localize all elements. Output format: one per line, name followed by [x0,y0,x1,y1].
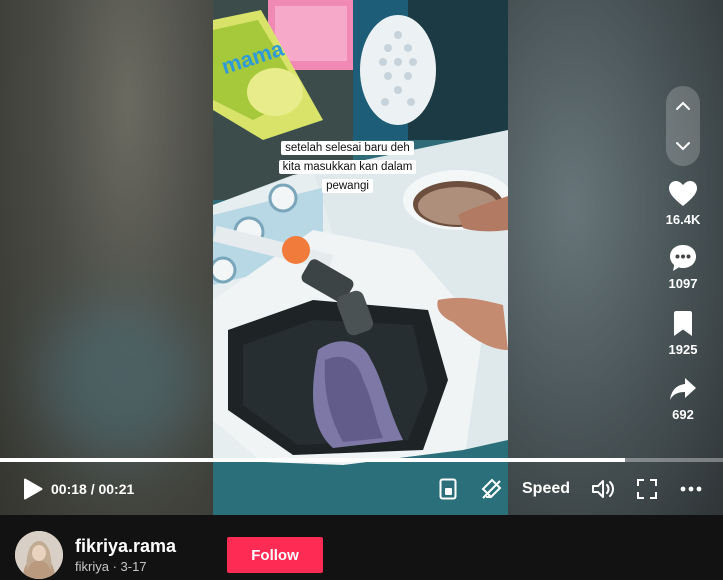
previous-video-button[interactable] [666,86,700,126]
more-options-button[interactable] [678,462,704,515]
floating-player-icon [439,478,457,499]
video-caption: setelah selesai baru deh kita masukkan k… [271,139,424,196]
speed-button[interactable]: Speed [522,462,570,515]
share-count: 692 [672,407,694,422]
author-nickname: fikriya [75,559,109,574]
blurred-background-accent [40,300,200,460]
meta-separator: · [112,559,117,574]
comment-action[interactable]: 1097 [660,242,706,291]
chevron-up-icon [676,101,690,110]
comment-count: 1097 [668,276,698,291]
author-username[interactable]: fikriya.rama [75,536,176,557]
floating-player-button[interactable] [435,462,461,515]
like-action[interactable]: 16.4K [660,178,706,227]
fullscreen-button[interactable] [634,462,660,515]
share-action[interactable]: 692 [660,373,706,422]
fullscreen-icon [637,478,657,499]
avatar-image [15,531,63,579]
follow-button[interactable]: Follow [227,537,323,573]
caption-line: pewangi [322,179,373,193]
share-icon [670,378,696,400]
more-icon [680,486,702,491]
chevron-down-icon [676,142,690,151]
play-button[interactable] [18,462,48,515]
post-date: 3-17 [120,559,147,574]
hand-icon [481,478,502,499]
save-action[interactable]: 1925 [660,308,706,357]
video-scene: mama [213,0,508,515]
volume-button[interactable] [590,462,616,515]
playback-time: 00:18 / 00:21 [51,480,135,497]
feedback-button[interactable] [478,462,504,515]
player-controls: 00:18 / 00:21 Speed [0,462,723,515]
comment-icon [670,245,696,271]
author-meta: fikriya · 3-17 [75,559,147,574]
volume-icon [592,479,614,498]
play-icon [24,478,43,499]
avatar[interactable] [15,531,63,579]
video-frame[interactable]: mama [213,0,508,515]
video-stage[interactable]: mama setelah selesai baru deh kita masuk… [0,0,723,515]
save-count: 1925 [668,342,698,357]
bookmark-icon [674,311,692,336]
next-video-button[interactable] [666,126,700,166]
video-navigation [666,86,700,166]
like-count: 16.4K [665,212,701,227]
heart-icon [669,181,697,206]
caption-line: setelah selesai baru deh [281,141,414,155]
caption-line: kita masukkan kan dalam [278,160,417,174]
